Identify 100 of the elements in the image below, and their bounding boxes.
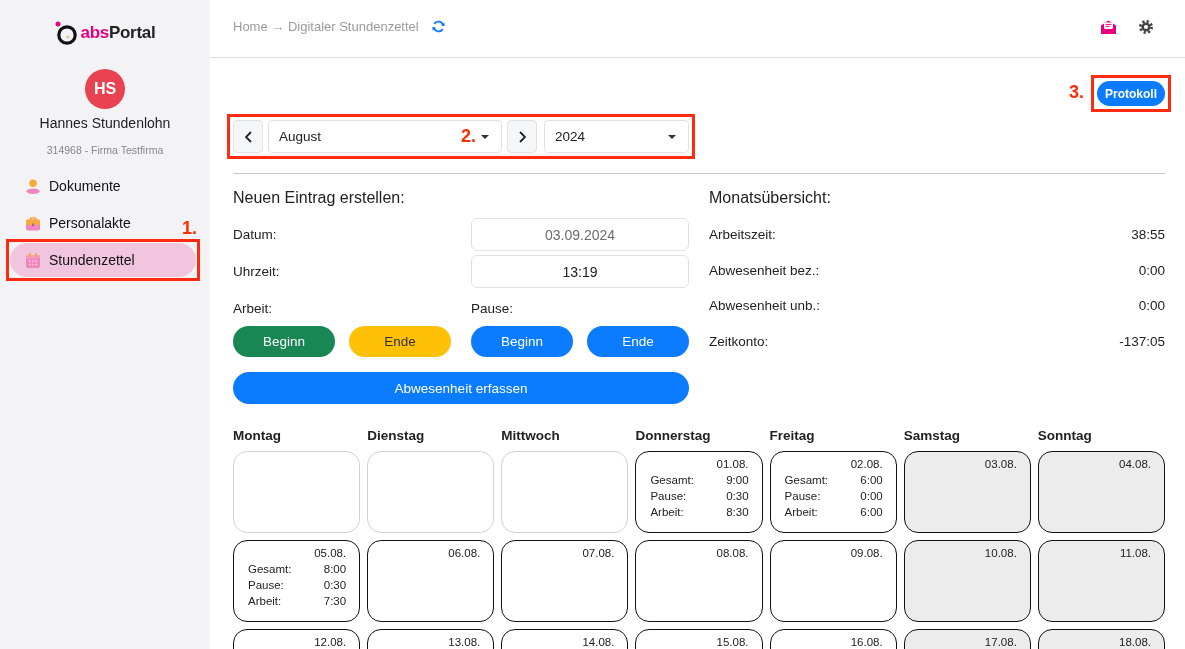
caret-icon bbox=[481, 134, 489, 139]
stat-value: 8:00 bbox=[323, 562, 347, 577]
day-cell[interactable]: 13.08. bbox=[367, 629, 495, 649]
user-meta: 314968 - Firma Testfirma bbox=[46, 143, 164, 157]
field-label: Uhrzeit: bbox=[233, 263, 281, 280]
input-field[interactable]: 13:19 bbox=[471, 255, 689, 288]
annotation-number: 1. bbox=[182, 218, 197, 238]
summary-value: 38:55 bbox=[1131, 227, 1165, 243]
day-date: 14.08. bbox=[582, 635, 615, 649]
day-date: 09.08. bbox=[850, 546, 883, 561]
summary-value: -137:05 bbox=[1119, 333, 1165, 349]
next-month-button[interactable] bbox=[507, 120, 537, 153]
stat-value: 0:30 bbox=[323, 578, 347, 593]
day-cell[interactable]: 10.08. bbox=[903, 540, 1031, 622]
day-cell[interactable]: 08.08. bbox=[635, 540, 763, 622]
day-cell[interactable]: 07.08. bbox=[501, 540, 629, 622]
day-date: 18.08. bbox=[1119, 635, 1151, 649]
day-cell[interactable]: 02.08. Gesamt: 6:00 Pause: 0:00 Arbeit: 6:00 bbox=[769, 451, 897, 533]
absence-button[interactable]: Abwesenheit erfassen bbox=[233, 372, 689, 404]
field-label: Datum: bbox=[233, 226, 278, 243]
annotation-number: 2. bbox=[461, 126, 476, 146]
weekday-header: Samstag bbox=[903, 428, 960, 443]
annotation-number: 3. bbox=[1068, 82, 1084, 102]
group-label: Arbeit: bbox=[233, 301, 274, 317]
day-date: 13.08. bbox=[448, 635, 481, 649]
group-label: Pause: bbox=[471, 301, 515, 317]
stat-label: Arbeit: bbox=[650, 505, 684, 520]
user-avatar: HS bbox=[85, 69, 125, 109]
section-title: Monatsübersicht: bbox=[709, 188, 832, 208]
day-date: 06.08. bbox=[448, 546, 481, 561]
day-date: 12.08. bbox=[314, 635, 347, 649]
weekday-header: Sonntag bbox=[1037, 428, 1092, 443]
action-button[interactable]: Ende bbox=[349, 326, 451, 357]
person-icon bbox=[26, 178, 40, 194]
user-name: Hannes Stundenlohn bbox=[39, 114, 171, 132]
year-select[interactable]: 2024 bbox=[544, 120, 689, 153]
day-cell[interactable]: 06.08. bbox=[367, 540, 495, 622]
weekday-header: Mittwoch bbox=[501, 428, 560, 443]
summary-value: 0:00 bbox=[1138, 262, 1165, 278]
day-cell[interactable]: 15.08. bbox=[635, 629, 763, 649]
day-date: 10.08. bbox=[984, 546, 1017, 561]
day-cell[interactable]: 12.08. bbox=[233, 629, 361, 649]
stat-value: 8:30 bbox=[726, 505, 749, 520]
day-date: 16.08. bbox=[850, 635, 883, 649]
day-date: 15.08. bbox=[716, 635, 749, 649]
day-date: 07.08. bbox=[582, 546, 615, 561]
stat-value: 6:00 bbox=[860, 505, 883, 520]
chevron-left-icon bbox=[244, 130, 252, 143]
weekday-header: Donnerstag bbox=[635, 428, 711, 443]
stat-label: Pause: bbox=[248, 578, 284, 593]
calendar-icon bbox=[26, 252, 40, 268]
stat-label: Gesamt: bbox=[650, 473, 694, 488]
chevron-right-icon bbox=[518, 130, 526, 143]
stat-label: Gesamt: bbox=[784, 473, 829, 488]
sidebar-item[interactable]: Personalakte bbox=[26, 213, 131, 233]
day-date: 01.08. bbox=[716, 457, 749, 472]
day-date: 03.08. bbox=[984, 457, 1017, 472]
day-cell[interactable]: 16.08. bbox=[769, 629, 897, 649]
summary-label: Arbeitszeit: bbox=[709, 227, 776, 243]
summary-label: Abwesenheit bez.: bbox=[709, 262, 820, 278]
stat-value: 6:00 bbox=[860, 473, 883, 488]
protokoll-button[interactable]: Protokoll bbox=[1097, 81, 1165, 106]
day-date: 02.08. bbox=[850, 457, 883, 472]
sidebar-item[interactable]: Stundenzettel bbox=[10, 243, 196, 277]
section-title: Neuen Eintrag erstellen: bbox=[233, 188, 406, 208]
previous-month-button[interactable] bbox=[233, 120, 263, 153]
action-button[interactable]: Beginn bbox=[471, 326, 573, 357]
day-cell[interactable]: 09.08. bbox=[769, 540, 897, 622]
day-cell[interactable]: 11.08. bbox=[1037, 540, 1165, 622]
day-date: 08.08. bbox=[716, 546, 749, 561]
stat-value: 9:00 bbox=[726, 473, 749, 488]
day-cell[interactable]: 17.08. bbox=[903, 629, 1031, 649]
stat-value: 0:30 bbox=[726, 489, 749, 504]
breadcrumb: Home → Digitaler Stundenzettel bbox=[233, 19, 419, 34]
day-cell[interactable]: 03.08. bbox=[903, 451, 1031, 533]
day-cell[interactable]: 14.08. bbox=[501, 629, 629, 649]
summary-value: 0:00 bbox=[1138, 298, 1165, 314]
weekday-header: Freitag bbox=[769, 428, 815, 443]
action-button[interactable]: Ende bbox=[587, 326, 689, 357]
caret-icon bbox=[668, 134, 676, 139]
action-button[interactable]: Beginn bbox=[233, 326, 335, 357]
mail-icon[interactable] bbox=[1101, 19, 1116, 34]
stat-label: Pause: bbox=[784, 489, 821, 504]
logo-icon bbox=[54, 21, 77, 45]
refresh-icon[interactable] bbox=[431, 20, 445, 33]
weekday-header: Dienstag bbox=[367, 428, 425, 443]
settings-icon[interactable] bbox=[1139, 19, 1153, 34]
stat-label: Pause: bbox=[650, 489, 687, 504]
day-cell[interactable]: 18.08. bbox=[1037, 629, 1165, 649]
day-cell[interactable]: 04.08. bbox=[1037, 451, 1165, 533]
stat-label: Gesamt: bbox=[248, 562, 292, 577]
day-cell[interactable]: 01.08. Gesamt: 9:00 Pause: 0:30 Arbeit: 8:30 bbox=[635, 451, 763, 533]
sidebar-item[interactable]: Dokumente bbox=[26, 176, 121, 196]
stat-value: 0:00 bbox=[860, 489, 883, 504]
day-cell[interactable]: 05.08. Gesamt: 8:00 Pause: 0:30 Arbeit: 7:30 bbox=[233, 540, 361, 622]
logo-text: absPortal bbox=[80, 23, 156, 43]
stat-value: 7:30 bbox=[323, 594, 347, 609]
day-date: 05.08. bbox=[314, 546, 347, 561]
day-date: 04.08. bbox=[1119, 457, 1151, 472]
summary-label: Zeitkonto: bbox=[709, 333, 769, 349]
